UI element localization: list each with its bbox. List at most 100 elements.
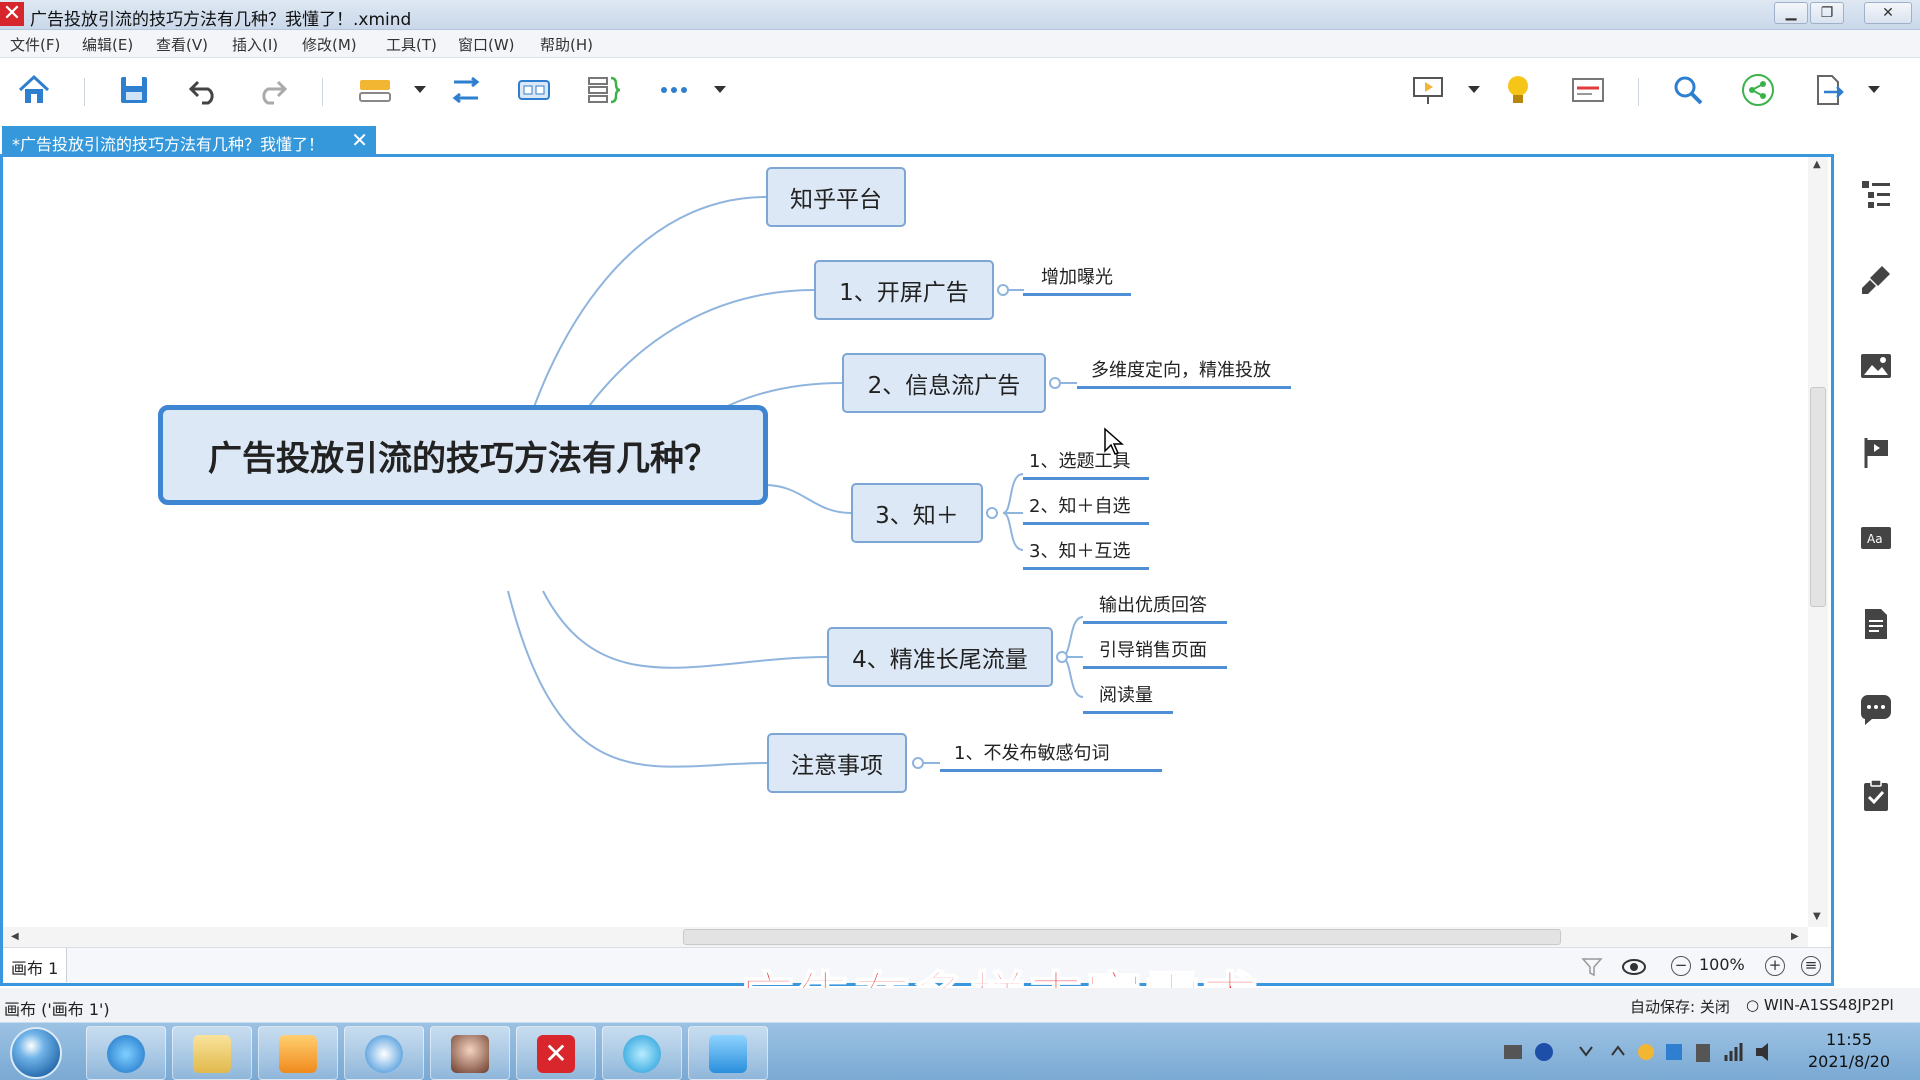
menu-help[interactable]: 帮助(H) xyxy=(540,34,593,55)
filter-icon[interactable] xyxy=(1581,956,1603,978)
xmind-icon[interactable]: ✕ xyxy=(516,1026,596,1080)
share-icon[interactable] xyxy=(1738,70,1778,110)
boundary-icon[interactable] xyxy=(514,70,554,110)
status-sheet: 画布 ('画布 1') xyxy=(4,1000,110,1019)
menu-window[interactable]: 窗口(W) xyxy=(458,34,515,55)
branch-topic[interactable]: 知乎平台 xyxy=(766,167,906,227)
comment-icon[interactable] xyxy=(1856,690,1896,730)
presentation-dropdown[interactable] xyxy=(1468,86,1480,93)
video-app-icon[interactable] xyxy=(688,1026,768,1080)
sheet-tab[interactable]: 画布 1 xyxy=(3,948,67,982)
horizontal-scroll-thumb[interactable] xyxy=(683,929,1561,945)
file-explorer-icon[interactable] xyxy=(172,1026,252,1080)
taskbar: ✕ 11:55 2021/8/20 xyxy=(0,1022,1920,1080)
internet-explorer-icon[interactable] xyxy=(86,1026,166,1080)
restore-button[interactable]: ❐ xyxy=(1810,2,1844,24)
menu-tools[interactable]: 工具(T) xyxy=(386,34,437,55)
subtopic[interactable]: 2、知＋自选 xyxy=(1023,492,1149,525)
summary-icon[interactable] xyxy=(584,70,624,110)
task-icon[interactable] xyxy=(1856,776,1896,816)
horizontal-scrollbar[interactable]: ◀ ▶ xyxy=(3,927,1808,947)
close-button[interactable]: ✕ xyxy=(1864,2,1912,24)
export-icon[interactable] xyxy=(1808,70,1848,110)
xmind-logo-icon: ✕ xyxy=(0,2,24,26)
menu-insert[interactable]: 插入(I) xyxy=(232,34,278,55)
photo-app-icon[interactable] xyxy=(430,1026,510,1080)
system-tray[interactable] xyxy=(1490,1033,1790,1073)
branch-topic[interactable]: 1、开屏广告 xyxy=(814,260,994,320)
redo-icon[interactable] xyxy=(252,70,292,110)
subtopic[interactable]: 3、知＋互选 xyxy=(1023,537,1149,570)
menu-view[interactable]: 查看(V) xyxy=(156,34,208,55)
media-player-icon[interactable] xyxy=(258,1026,338,1080)
menu-modify[interactable]: 修改(M) xyxy=(302,34,357,55)
notes-icon[interactable] xyxy=(1856,604,1896,644)
search-icon[interactable] xyxy=(1668,70,1708,110)
close-tab-icon[interactable]: ✕ xyxy=(351,128,368,152)
browser-icon[interactable] xyxy=(344,1026,424,1080)
status-bar: 画布 ('画布 1') 自动保存: 关闭 ○ WIN-A1SS48JP2PI xyxy=(0,988,1920,1022)
marker-flag-icon[interactable] xyxy=(1856,432,1896,472)
start-button[interactable] xyxy=(10,1027,62,1079)
zoom-level: 100% xyxy=(1699,955,1745,974)
scroll-down-icon[interactable]: ▼ xyxy=(1813,911,1821,922)
clock-time: 11:55 xyxy=(1825,1030,1873,1049)
subtopic[interactable]: 引导销售页面 xyxy=(1083,636,1227,669)
outline-panel-icon[interactable] xyxy=(1856,174,1896,214)
menu-file[interactable]: 文件(F) xyxy=(10,34,60,55)
side-panel: Aa xyxy=(1834,154,1920,986)
zoom-in-button[interactable]: + xyxy=(1765,956,1785,976)
insert-topic-icon[interactable] xyxy=(356,70,396,110)
scroll-right-icon[interactable]: ▶ xyxy=(1791,931,1799,942)
subtopic[interactable]: 输出优质回答 xyxy=(1083,591,1227,624)
branch-topic[interactable]: 2、信息流广告 xyxy=(842,353,1046,413)
outline-icon[interactable] xyxy=(1568,70,1608,110)
subtopic[interactable]: 增加曝光 xyxy=(1023,263,1131,296)
menu-edit[interactable]: 编辑(E) xyxy=(82,34,133,55)
branch-topic[interactable]: 注意事项 xyxy=(767,733,907,793)
subtopic[interactable]: 1、选题工具 xyxy=(1023,447,1149,480)
save-icon[interactable] xyxy=(114,70,154,110)
vertical-scrollbar[interactable]: ▲ ▼ xyxy=(1808,157,1828,927)
branch-topic[interactable]: 3、知＋ xyxy=(851,483,983,543)
central-topic-label: 广告投放引流的技巧方法有几种？ xyxy=(208,438,718,479)
clock[interactable]: 11:55 2021/8/20 xyxy=(1790,1029,1908,1073)
branch-topic[interactable]: 4、精准长尾流量 xyxy=(827,627,1053,687)
scroll-left-icon[interactable]: ◀ xyxy=(11,931,19,942)
undo-icon[interactable] xyxy=(184,70,224,110)
chat-app-icon[interactable] xyxy=(602,1026,682,1080)
toolbar xyxy=(0,58,1920,124)
format-brush-icon[interactable] xyxy=(1856,260,1896,300)
brainstorm-bulb-icon[interactable] xyxy=(1498,70,1538,110)
subtopic-label: 多维度定向，精准投放 xyxy=(1091,360,1271,381)
document-tab[interactable]: *广告投放引流的技巧方法有几种？我懂了！ ✕ xyxy=(2,126,376,156)
zoom-menu-button[interactable]: ≡ xyxy=(1801,956,1821,976)
more-dropdown[interactable] xyxy=(714,86,726,93)
image-icon[interactable] xyxy=(1856,346,1896,386)
export-dropdown[interactable] xyxy=(1868,86,1880,93)
home-icon[interactable] xyxy=(14,70,54,110)
document-tab-label: *广告投放引流的技巧方法有几种？我懂了！ xyxy=(12,135,325,154)
subtopic[interactable]: 1、不发布敏感句词 xyxy=(940,739,1162,772)
relationship-icon[interactable] xyxy=(446,70,486,110)
branch-topic-label: 1、开屏广告 xyxy=(839,280,969,306)
eye-icon[interactable] xyxy=(1621,956,1647,978)
zoom-out-button[interactable]: − xyxy=(1671,956,1691,976)
subtopic[interactable]: 多维度定向，精准投放 xyxy=(1077,356,1291,389)
subtopic-label: 3、知＋互选 xyxy=(1029,541,1131,562)
branch-topic-label: 3、知＋ xyxy=(875,503,959,529)
subtopic[interactable]: 阅读量 xyxy=(1083,681,1173,714)
text-style-icon[interactable]: Aa xyxy=(1856,518,1896,558)
status-autosave: 自动保存: 关闭 xyxy=(1630,998,1730,1016)
scroll-up-icon[interactable]: ▲ xyxy=(1813,159,1821,170)
document-tab-strip: *广告投放引流的技巧方法有几种？我懂了！ ✕ xyxy=(0,124,1920,156)
mindmap-canvas[interactable]: 广告投放引流的技巧方法有几种？ 知乎平台 1、开屏广告 2、信息流广告 3、知＋… xyxy=(3,157,1831,927)
insert-topic-dropdown[interactable] xyxy=(414,86,426,93)
minimize-button[interactable]: ▁ xyxy=(1774,2,1808,24)
central-topic[interactable]: 广告投放引流的技巧方法有几种？ xyxy=(158,405,768,505)
vertical-scroll-thumb[interactable] xyxy=(1810,387,1826,607)
more-icon[interactable] xyxy=(654,70,694,110)
presentation-icon[interactable] xyxy=(1408,70,1448,110)
canvas-frame: 广告投放引流的技巧方法有几种？ 知乎平台 1、开屏广告 2、信息流广告 3、知＋… xyxy=(0,154,1834,986)
subtopic-label: 输出优质回答 xyxy=(1099,595,1207,616)
